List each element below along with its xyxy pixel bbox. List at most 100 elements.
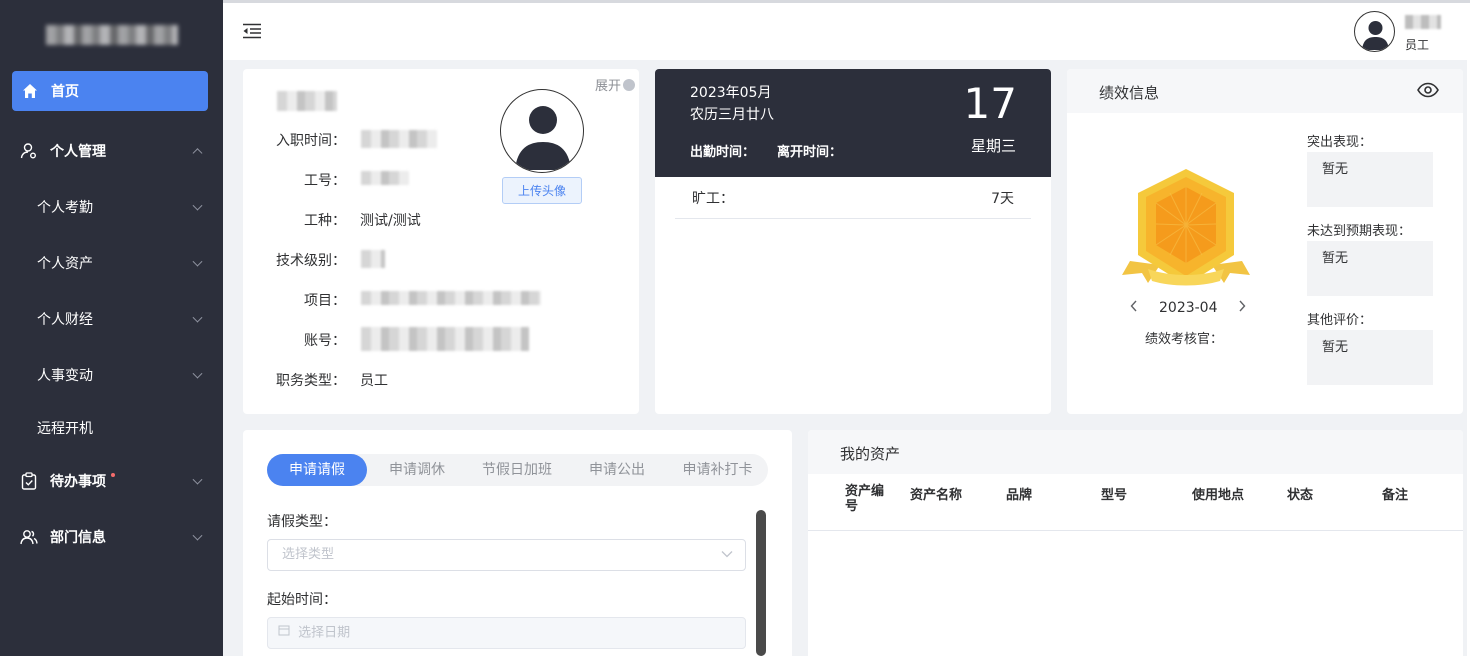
performance-title: 绩效信息 <box>1099 84 1160 102</box>
job-type-label: 工种： <box>304 213 346 229</box>
sidebar-item-label: 待办事项 <box>50 474 106 490</box>
chevron-down-icon <box>192 256 203 267</box>
position-type-field: 职务类型： <box>243 370 346 390</box>
team-icon <box>20 528 38 546</box>
prev-month-icon[interactable] <box>1130 300 1138 316</box>
logo-image <box>45 25 178 45</box>
upload-avatar-button[interactable]: 上传头像 <box>502 177 582 204</box>
sidebar-item-personal-management[interactable]: 个人管理 <box>0 123 223 179</box>
year-month: 2023年05月 <box>690 85 772 101</box>
expand-label: 展开 <box>594 79 621 94</box>
checkin-label: 出勤时间： <box>690 145 756 160</box>
sidebar-item-attendance[interactable]: 个人考勤 <box>0 179 223 235</box>
tab-business-trip[interactable]: 申请公出 <box>567 454 667 486</box>
user-avatar[interactable] <box>1354 11 1395 52</box>
logo <box>0 0 223 70</box>
profile-card: 展开 入职时间： 工号： 工种： 测试/测试 技术级别： 项目： 账号： 职务类… <box>243 69 639 414</box>
sidebar-item-label: 个人管理 <box>50 144 106 160</box>
top-header: 员工 <box>223 0 1470 60</box>
column-brand: 品牌 <box>1006 488 1033 503</box>
next-month-icon[interactable] <box>1238 300 1246 316</box>
account-value-blurred <box>361 327 529 351</box>
chevron-down-icon <box>192 312 203 323</box>
sidebar-item-label: 个人财经 <box>37 312 93 328</box>
day-number: 17 <box>963 79 1017 128</box>
column-asset-no: 资产编号 <box>845 484 885 514</box>
lunar-date: 农历三月廿八 <box>690 107 774 123</box>
chevron-down-icon <box>192 530 203 541</box>
employee-no-label: 工号： <box>304 173 346 189</box>
sidebar-item-assets[interactable]: 个人资产 <box>0 235 223 291</box>
employee-name-blurred <box>277 91 337 111</box>
other-evaluation-label: 其他评价： <box>1307 313 1373 328</box>
user-role: 员工 <box>1405 38 1430 52</box>
notification-dot <box>111 473 115 477</box>
below-expectation-value: 暂无 <box>1322 251 1349 266</box>
tab-leave[interactable]: 申请请假 <box>267 454 367 486</box>
hire-date-field: 入职时间： <box>243 130 346 150</box>
absence-row: 旷工： 7天 <box>675 177 1031 219</box>
leave-type-label: 请假类型： <box>267 514 337 530</box>
sidebar-item-finance[interactable]: 个人财经 <box>0 291 223 347</box>
collapse-menu-icon[interactable] <box>242 23 262 39</box>
home-icon <box>21 82 39 100</box>
employee-no-field: 工号： <box>243 170 346 190</box>
below-expectation-label: 未达到预期表现： <box>1307 224 1412 239</box>
start-time-label: 起始时间： <box>267 592 337 608</box>
sidebar-item-department[interactable]: 部门信息 <box>0 509 223 565</box>
hire-date-value-blurred <box>361 130 437 148</box>
tab-missed-punch[interactable]: 申请补打卡 <box>667 454 768 486</box>
job-type-value: 测试/测试 <box>360 213 421 229</box>
sidebar-item-remote-boot[interactable]: 远程开机 <box>0 403 223 453</box>
project-value-blurred <box>361 291 541 305</box>
eye-icon[interactable] <box>1417 82 1439 102</box>
user-settings-icon <box>20 142 38 160</box>
expand-button[interactable]: 展开 <box>595 75 635 94</box>
profile-avatar <box>500 89 584 173</box>
sidebar-nav: 首页 个人管理 个人考勤 个人资产 个人财经 人事变动 远程开机 待办事项 部门… <box>0 70 223 565</box>
tech-level-label: 技术级别： <box>276 253 346 269</box>
application-tabs: 申请请假 申请调休 节假日加班 申请公出 申请补打卡 <box>267 454 768 486</box>
job-type-field: 工种： <box>243 210 346 230</box>
calendar-icon <box>278 618 290 648</box>
sidebar-item-label: 首页 <box>51 84 79 100</box>
sidebar-item-label: 人事变动 <box>37 368 93 384</box>
sidebar-item-label: 个人考勤 <box>37 200 93 216</box>
user-name-blurred <box>1405 15 1441 29</box>
chevron-up-icon <box>192 148 203 159</box>
clipboard-icon <box>20 472 38 490</box>
sidebar-item-personnel-changes[interactable]: 人事变动 <box>0 347 223 403</box>
performance-card: 绩效信息 2023-04 绩效考核官： 突出表现： 暂无 未达到预期表现： 暂无 <box>1067 69 1463 414</box>
weekday: 星期三 <box>970 137 1016 155</box>
tab-compensatory[interactable]: 申请调休 <box>367 454 467 486</box>
position-type-label: 职务类型： <box>276 373 346 389</box>
sidebar-item-todo[interactable]: 待办事项 <box>0 453 223 509</box>
chevron-down-icon <box>721 540 733 570</box>
sidebar-item-label: 远程开机 <box>37 421 93 437</box>
sidebar-item-label: 个人资产 <box>37 256 93 272</box>
application-card: 申请请假 申请调休 节假日加班 申请公出 申请补打卡 请假类型： 选择类型 起始… <box>243 430 792 656</box>
outstanding-box: 暂无 <box>1307 152 1433 207</box>
column-remarks: 备注 <box>1382 488 1409 503</box>
start-date-input[interactable]: 选择日期 <box>267 617 746 649</box>
assets-title: 我的资产 <box>840 445 901 463</box>
form-scrollbar[interactable] <box>756 510 766 656</box>
assets-header: 我的资产 <box>808 430 1463 474</box>
tab-holiday-overtime[interactable]: 节假日加班 <box>467 454 567 486</box>
leave-type-select[interactable]: 选择类型 <box>267 539 746 571</box>
sidebar-item-label: 部门信息 <box>50 530 106 546</box>
sidebar-item-home[interactable]: 首页 <box>12 71 208 111</box>
sidebar: 首页 个人管理 个人考勤 个人资产 个人财经 人事变动 远程开机 待办事项 部门… <box>0 0 223 656</box>
column-status: 状态 <box>1287 488 1314 503</box>
reviewer-label: 绩效考核官： <box>1145 332 1224 347</box>
outstanding-label: 突出表现： <box>1307 135 1373 150</box>
leave-type-placeholder: 选择类型 <box>282 547 335 562</box>
assets-card: 我的资产 资产编号 资产名称 品牌 型号 使用地点 状态 备注 <box>808 430 1463 656</box>
project-field: 项目： <box>243 290 346 310</box>
hire-date-label: 入职时间： <box>276 133 346 149</box>
attendance-card: 2023年05月 农历三月廿八 17 星期三 出勤时间： 离开时间： 旷工： 7… <box>655 69 1051 414</box>
outstanding-value: 暂无 <box>1322 162 1349 177</box>
checkout-label: 离开时间： <box>777 145 843 160</box>
attendance-header: 2023年05月 农历三月廿八 17 星期三 出勤时间： 离开时间： <box>655 69 1051 177</box>
position-type-value: 员工 <box>360 373 388 389</box>
